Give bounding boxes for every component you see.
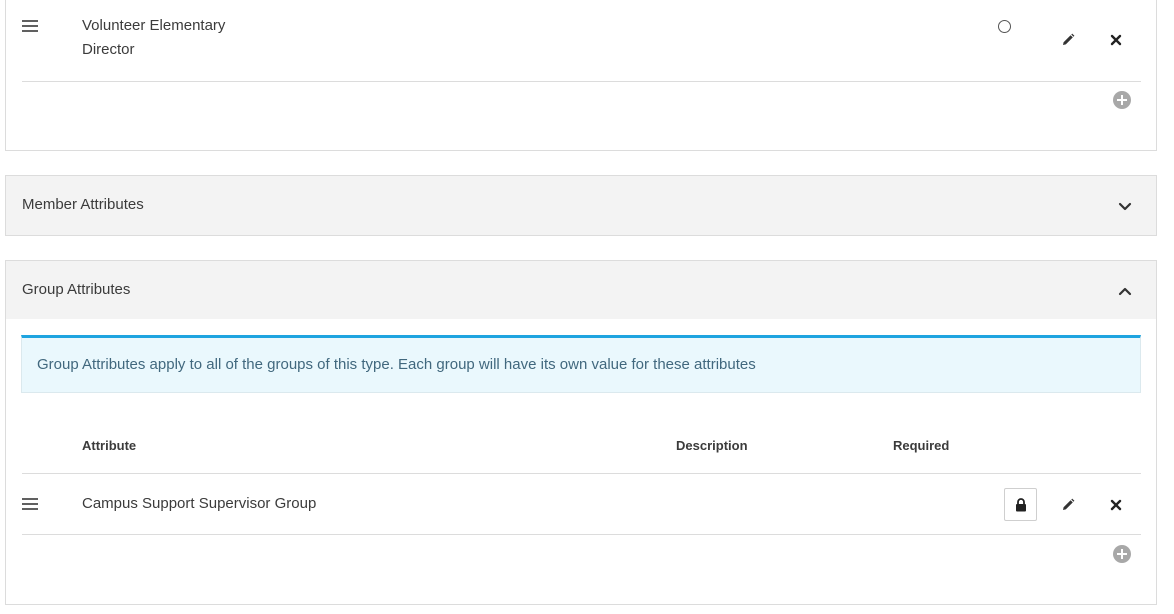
- chevron-down-icon[interactable]: [1118, 202, 1132, 212]
- lock-icon: [1015, 497, 1026, 511]
- close-icon: [1110, 34, 1122, 46]
- column-header-attribute: Attribute: [82, 438, 137, 453]
- group-attributes-info-alert: Group Attributes apply to all of the gro…: [21, 335, 1141, 393]
- delete-attribute-button[interactable]: [1104, 493, 1128, 517]
- chevron-up-icon[interactable]: [1118, 286, 1132, 296]
- edit-role-button[interactable]: [1056, 28, 1080, 52]
- edit-attribute-button[interactable]: [1056, 493, 1080, 517]
- delete-role-button[interactable]: [1104, 28, 1128, 52]
- role-name-line1: Volunteer Elementary: [82, 17, 226, 34]
- close-icon: [1110, 499, 1122, 511]
- member-attributes-panel[interactable]: Member Attributes: [5, 175, 1157, 236]
- pencil-icon: [1063, 498, 1075, 510]
- add-attribute-icon[interactable]: [1113, 545, 1131, 563]
- row-divider: [22, 534, 1141, 535]
- lock-button[interactable]: [1004, 488, 1037, 521]
- column-header-required: Required: [893, 438, 950, 453]
- reorder-handle-icon[interactable]: [22, 498, 38, 510]
- group-attributes-panel: Group Attributes Group Attributes apply …: [5, 260, 1157, 605]
- column-header-description: Description: [676, 438, 748, 453]
- row-divider: [22, 81, 1141, 82]
- header-divider: [22, 473, 1141, 474]
- role-name-line2: Director: [82, 41, 135, 58]
- radio-empty-icon[interactable]: [998, 20, 1011, 33]
- reorder-handle-icon[interactable]: [22, 20, 38, 32]
- group-attributes-title: Group Attributes: [22, 281, 131, 298]
- group-attributes-header[interactable]: Group Attributes: [6, 261, 1156, 319]
- group-roles-panel: Volunteer Elementary Director: [5, 0, 1157, 151]
- info-text: Group Attributes apply to all of the gro…: [37, 356, 756, 373]
- add-role-icon[interactable]: [1113, 91, 1131, 109]
- attribute-name: Campus Support Supervisor Group: [82, 495, 317, 512]
- role-name: Volunteer Elementary Director: [82, 14, 225, 62]
- pencil-icon: [1063, 33, 1075, 45]
- member-attributes-title: Member Attributes: [22, 196, 144, 213]
